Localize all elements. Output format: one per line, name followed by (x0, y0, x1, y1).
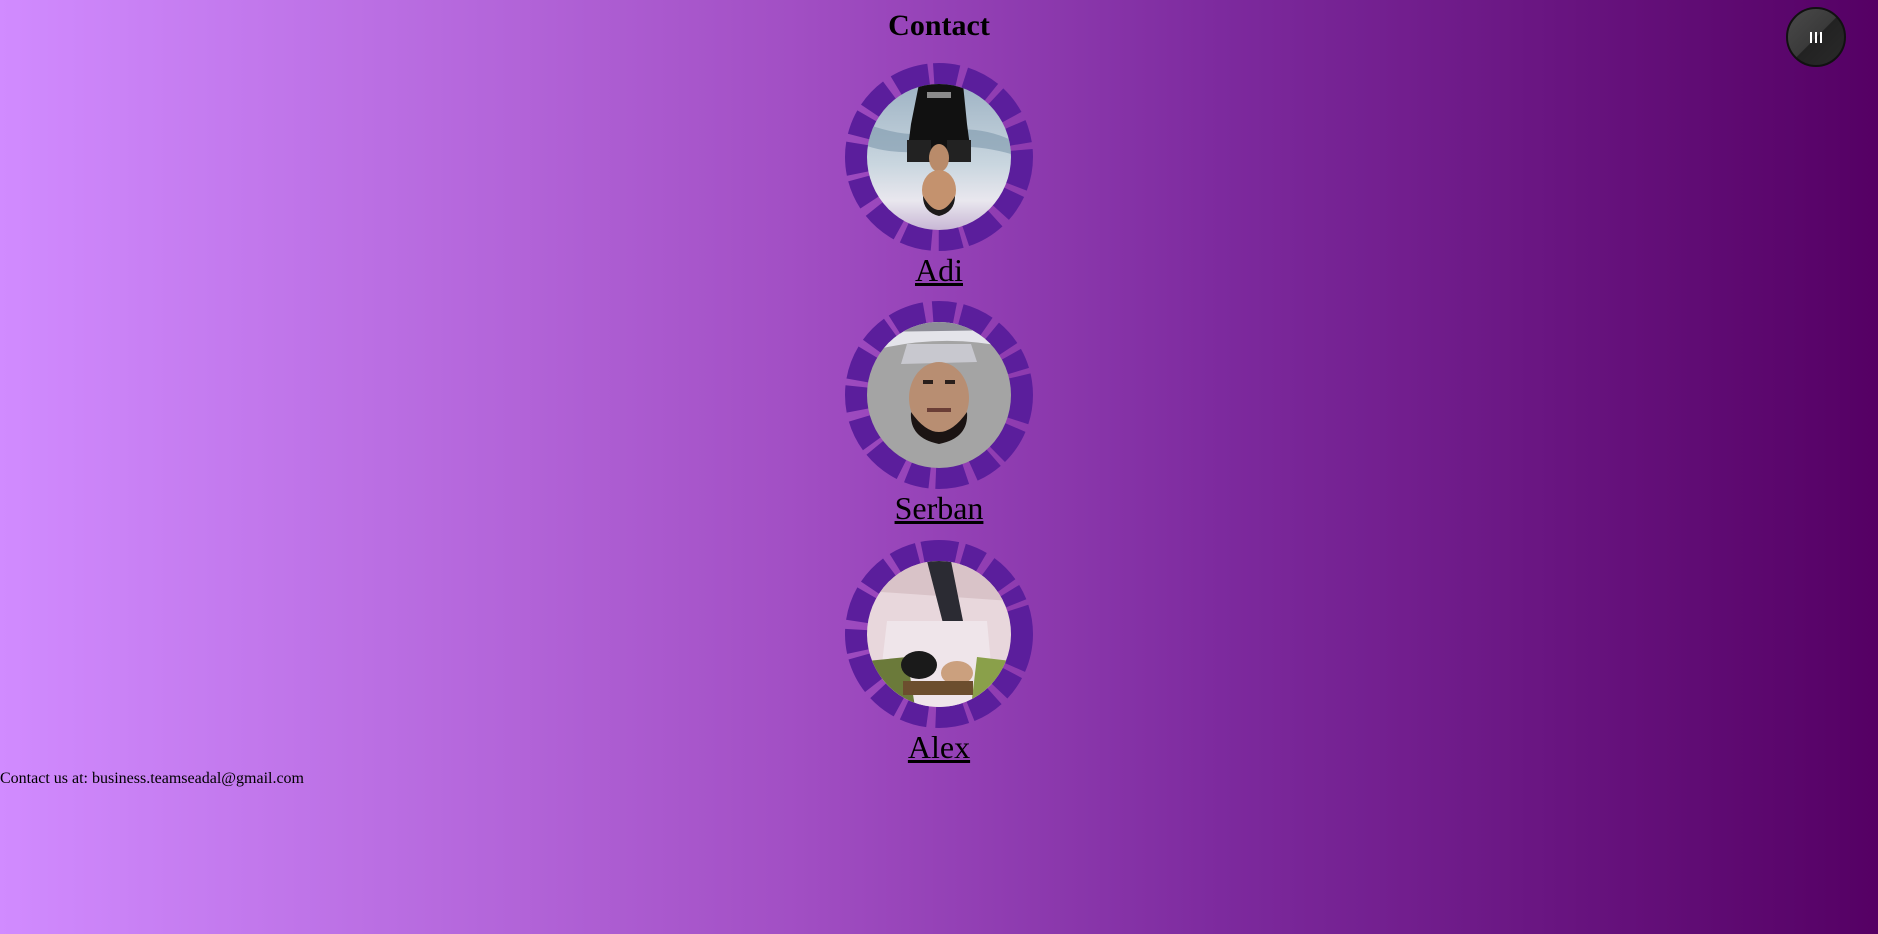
team-member-name-serban[interactable]: Serban (895, 490, 984, 526)
hamburger-icon (1810, 31, 1822, 43)
avatar-photo-adi (867, 84, 1011, 230)
team-member-serban: Serban (839, 300, 1039, 526)
page-title: Contact (888, 9, 990, 42)
team-member-name-alex[interactable]: Alex (908, 729, 970, 765)
avatar (839, 300, 1039, 490)
avatar (839, 62, 1039, 252)
team-member-alex: Alex (839, 539, 1039, 765)
avatar-photo-alex (867, 561, 1011, 707)
contact-email-text: Contact us at: business.teamseadal@gmail… (0, 770, 304, 787)
menu-button[interactable] (1786, 7, 1846, 67)
avatar (839, 539, 1039, 729)
team-member-name-adi[interactable]: Adi (915, 252, 963, 288)
team-member-adi: Adi (839, 62, 1039, 288)
avatar-photo-serban (867, 322, 1011, 468)
